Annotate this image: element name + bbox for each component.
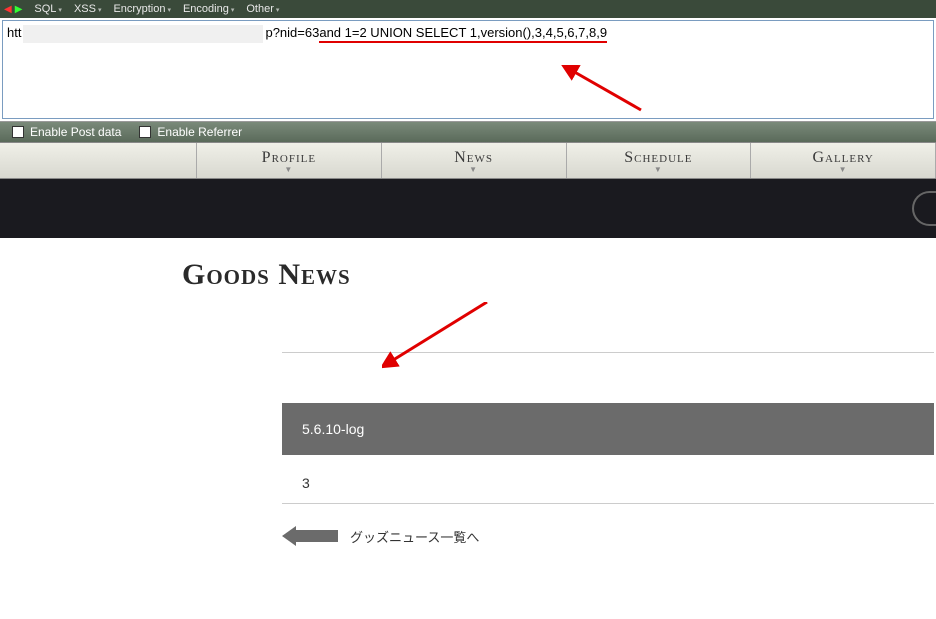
separator [282, 352, 934, 353]
tab-news[interactable]: News ▼ [382, 143, 567, 178]
result-row: 3 [282, 463, 934, 504]
tab-label: Profile [262, 149, 316, 167]
annotation-arrow-1 [561, 65, 651, 115]
back-arrow-icon[interactable]: ◀ [4, 4, 12, 15]
banner-curve-decoration [912, 191, 936, 226]
tab-label: News [454, 149, 493, 167]
hero-banner [0, 179, 936, 238]
tab-gallery[interactable]: Gallery ▼ [751, 143, 936, 178]
menu-other[interactable]: Other [246, 3, 279, 15]
enable-post-label: Enable Post data [30, 125, 121, 139]
page-title: Goods News [182, 258, 936, 292]
url-input-area: htt xxxxxxxxxxxxxxxxxxx p?nid=63 and 1=2… [0, 18, 936, 122]
nav-spacer [0, 143, 197, 178]
tab-schedule[interactable]: Schedule ▼ [567, 143, 752, 178]
enable-referrer-checkbox[interactable]: Enable Referrer [139, 125, 242, 139]
chevron-down-icon: ▼ [839, 167, 848, 173]
hackbar-toolbar: ◀ ▶ SQL XSS Encryption Encoding Other [0, 0, 936, 18]
back-arrow-icon [282, 524, 338, 548]
results-block: 5.6.10-log 3 グッズニュース一覧へ [282, 352, 936, 548]
url-redacted: xxxxxxxxxxxxxxxxxxx [23, 25, 263, 43]
checkbox-icon [12, 126, 24, 138]
url-prefix: htt [7, 25, 21, 43]
menu-xss[interactable]: XSS [74, 3, 102, 15]
chevron-down-icon: ▼ [654, 167, 663, 173]
forward-arrow-icon[interactable]: ▶ [15, 4, 23, 15]
url-text: htt xxxxxxxxxxxxxxxxxxx p?nid=63 and 1=2… [7, 25, 607, 43]
url-injection: and 1=2 UNION SELECT 1,version(),3,4,5,6… [319, 25, 607, 43]
site-nav: Profile ▼ News ▼ Schedule ▼ Gallery ▼ [0, 142, 936, 179]
url-input[interactable]: htt xxxxxxxxxxxxxxxxxxx p?nid=63 and 1=2… [2, 20, 934, 119]
nav-arrows: ◀ ▶ [4, 4, 22, 15]
toolbar-menu: SQL XSS Encryption Encoding Other [34, 3, 279, 15]
enable-referrer-label: Enable Referrer [157, 125, 242, 139]
annotation-arrow-2 [382, 302, 492, 372]
enable-post-checkbox[interactable]: Enable Post data [12, 125, 121, 139]
tab-label: Gallery [812, 149, 873, 167]
result-version: 5.6.10-log [282, 403, 934, 455]
back-link-label: グッズニュース一覧へ [350, 527, 479, 546]
tab-label: Schedule [624, 149, 692, 167]
page-content: Goods News 5.6.10-log 3 グッズニュース一覧へ [0, 238, 936, 548]
url-suffix: p?nid=63 [265, 25, 319, 43]
menu-encryption[interactable]: Encryption [113, 3, 171, 15]
chevron-down-icon: ▼ [284, 167, 293, 173]
back-link[interactable]: グッズニュース一覧へ [282, 524, 936, 548]
chevron-down-icon: ▼ [469, 167, 478, 173]
checkbox-icon [139, 126, 151, 138]
tab-profile[interactable]: Profile ▼ [197, 143, 382, 178]
options-bar: Enable Post data Enable Referrer [0, 122, 936, 142]
menu-encoding[interactable]: Encoding [183, 3, 234, 15]
menu-sql[interactable]: SQL [34, 3, 62, 15]
